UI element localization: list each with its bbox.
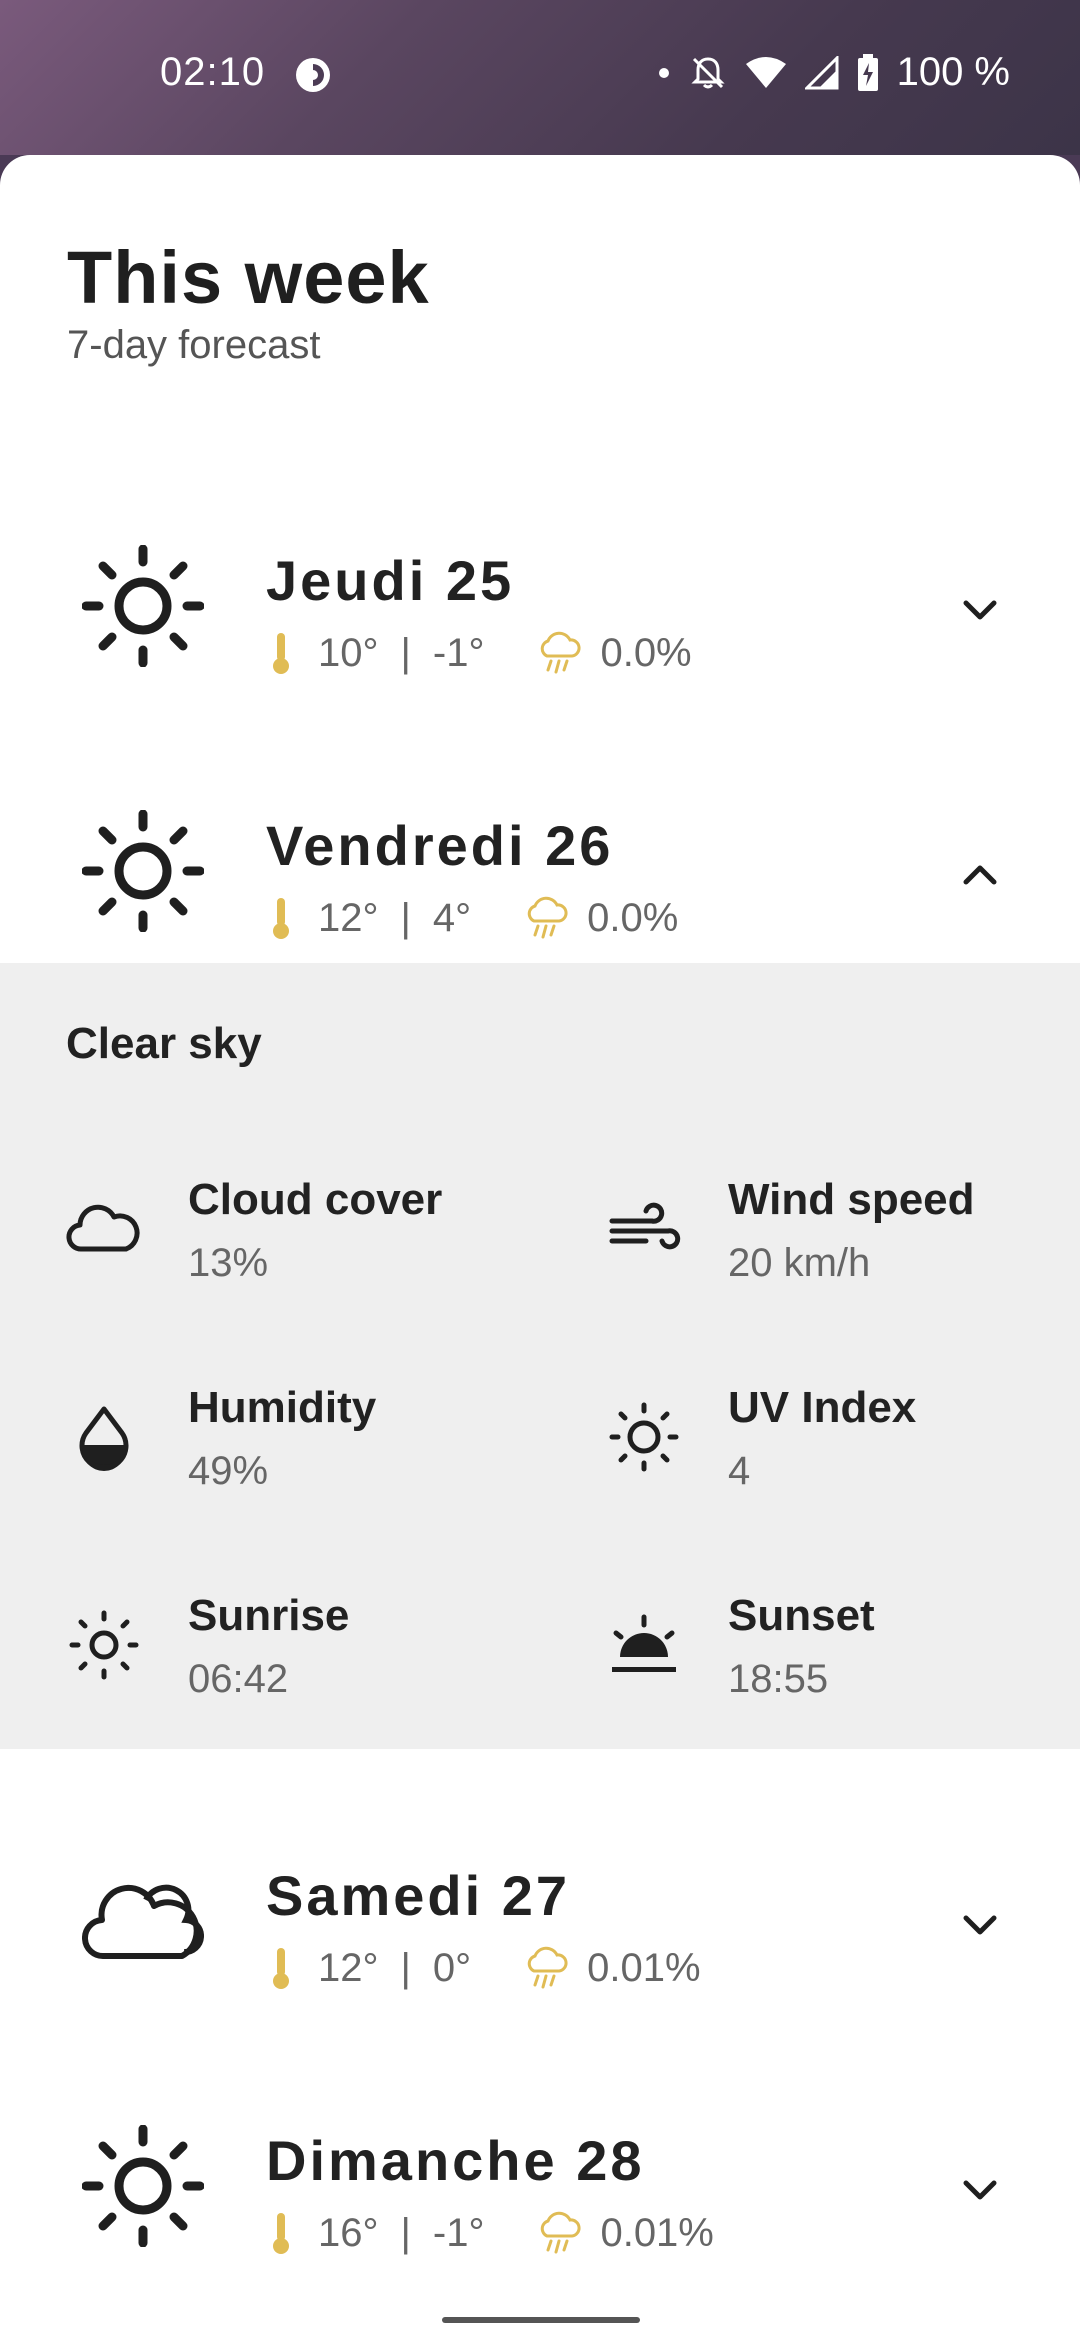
precipitation: 0.01%	[600, 2210, 714, 2255]
temp-separator: |	[400, 895, 411, 940]
day-meta: 10° | -1° 0.0%	[270, 630, 692, 676]
detail-value: 49%	[188, 1449, 269, 1493]
detail-uv-index: UV Index 4	[606, 1383, 1080, 1503]
thermometer-icon	[273, 898, 289, 939]
sun-icon	[82, 2125, 204, 2247]
day-row-samedi[interactable]: Samedi 27 12° | 0° 0.01%	[0, 1815, 1080, 2035]
chevron-down-icon[interactable]	[958, 588, 1002, 632]
temp-min: -1°	[432, 2210, 485, 2255]
sunrise-icon	[69, 1610, 139, 1680]
rain-cloud-icon	[527, 1946, 568, 1989]
wifi-icon	[745, 56, 786, 88]
temp-max: 12°	[318, 1945, 379, 1990]
cloud-icon	[66, 1204, 140, 1252]
detail-label: Cloud cover	[188, 1175, 443, 1224]
cloud-icon	[82, 1884, 204, 1960]
detail-value: 18:55	[728, 1657, 829, 1701]
notification-dot-icon	[658, 67, 669, 78]
detail-label: UV Index	[728, 1383, 917, 1432]
detail-value: 13%	[188, 1241, 269, 1285]
temp-min: 4°	[432, 895, 472, 940]
detail-wind-speed: Wind speed 20 km/h	[606, 1175, 1080, 1295]
temp-max: 16°	[318, 2210, 379, 2255]
chevron-down-icon[interactable]	[958, 2168, 1002, 2212]
precipitation: 0.01%	[587, 1945, 701, 1990]
sunset-icon	[612, 1614, 676, 1672]
page-title: This week	[67, 236, 430, 319]
sun-icon	[609, 1402, 679, 1472]
day-row-dimanche[interactable]: Dimanche 28 16° | -1° 0.01%	[0, 2080, 1080, 2300]
day-row-vendredi[interactable]: Vendredi 26 12° | 4° 0.0%	[0, 765, 1080, 985]
chevron-down-icon[interactable]	[958, 1903, 1002, 1947]
precipitation: 0.0%	[587, 895, 679, 940]
signal-icon	[804, 55, 839, 89]
rain-cloud-icon	[527, 896, 568, 939]
home-indicator[interactable]	[442, 2317, 640, 2323]
detail-label: Sunset	[728, 1591, 875, 1640]
page-subtitle: 7-day forecast	[67, 323, 321, 367]
day-row-jeudi[interactable]: Jeudi 25 10° | -1° 0.0%	[0, 500, 1080, 720]
detail-value: 06:42	[188, 1657, 289, 1701]
detail-sunset: Sunset 18:55	[606, 1591, 1080, 1711]
detail-value: 4	[728, 1449, 751, 1493]
day-name: Vendredi 26	[266, 814, 614, 877]
temp-max: 10°	[318, 630, 379, 675]
day-details-panel: Clear sky Cloud cover 13% Wind speed 20 …	[0, 963, 1080, 1749]
day-name: Dimanche 28	[266, 2129, 645, 2192]
thermometer-icon	[273, 2213, 289, 2254]
detail-label: Humidity	[188, 1383, 377, 1432]
status-icons: 100 %	[657, 50, 1010, 95]
battery-percent: 100 %	[896, 50, 1010, 94]
battery-icon	[857, 53, 878, 91]
day-name: Jeudi 25	[266, 549, 515, 612]
day-meta: 16° | -1° 0.01%	[270, 2210, 714, 2256]
chevron-up-icon[interactable]	[958, 853, 1002, 897]
temp-max: 12°	[318, 895, 379, 940]
status-time: 02:10	[160, 50, 266, 94]
temp-separator: |	[400, 2210, 411, 2255]
bell-off-icon	[690, 56, 725, 88]
day-meta: 12° | 4° 0.0%	[270, 895, 678, 941]
detail-cloud-cover: Cloud cover 13%	[66, 1175, 546, 1295]
temp-min: 0°	[432, 1945, 472, 1990]
sun-icon	[82, 545, 204, 667]
detail-label: Wind speed	[728, 1175, 975, 1224]
sun-icon	[82, 810, 204, 932]
weather-condition: Clear sky	[66, 1019, 262, 1068]
thermometer-icon	[273, 633, 289, 674]
detail-humidity: Humidity 49%	[66, 1383, 546, 1503]
forecast-sheet: This week 7-day forecast Jeudi 25 10° | …	[0, 155, 1080, 2340]
temp-separator: |	[400, 1945, 411, 1990]
water-drop-icon	[79, 1406, 129, 1471]
thermometer-icon	[273, 1948, 289, 1989]
precipitation: 0.0%	[600, 630, 692, 675]
temp-separator: |	[400, 630, 411, 675]
detail-value: 20 km/h	[728, 1241, 871, 1285]
temp-min: -1°	[432, 630, 485, 675]
wind-icon	[609, 1202, 681, 1250]
data-saver-icon	[296, 58, 330, 92]
rain-cloud-icon	[541, 631, 582, 674]
day-meta: 12° | 0° 0.01%	[270, 1945, 701, 1991]
status-bar: 02:10 100 %	[0, 0, 1080, 155]
day-name: Samedi 27	[266, 1864, 571, 1927]
detail-label: Sunrise	[188, 1591, 350, 1640]
rain-cloud-icon	[541, 2211, 582, 2254]
detail-sunrise: Sunrise 06:42	[66, 1591, 546, 1711]
